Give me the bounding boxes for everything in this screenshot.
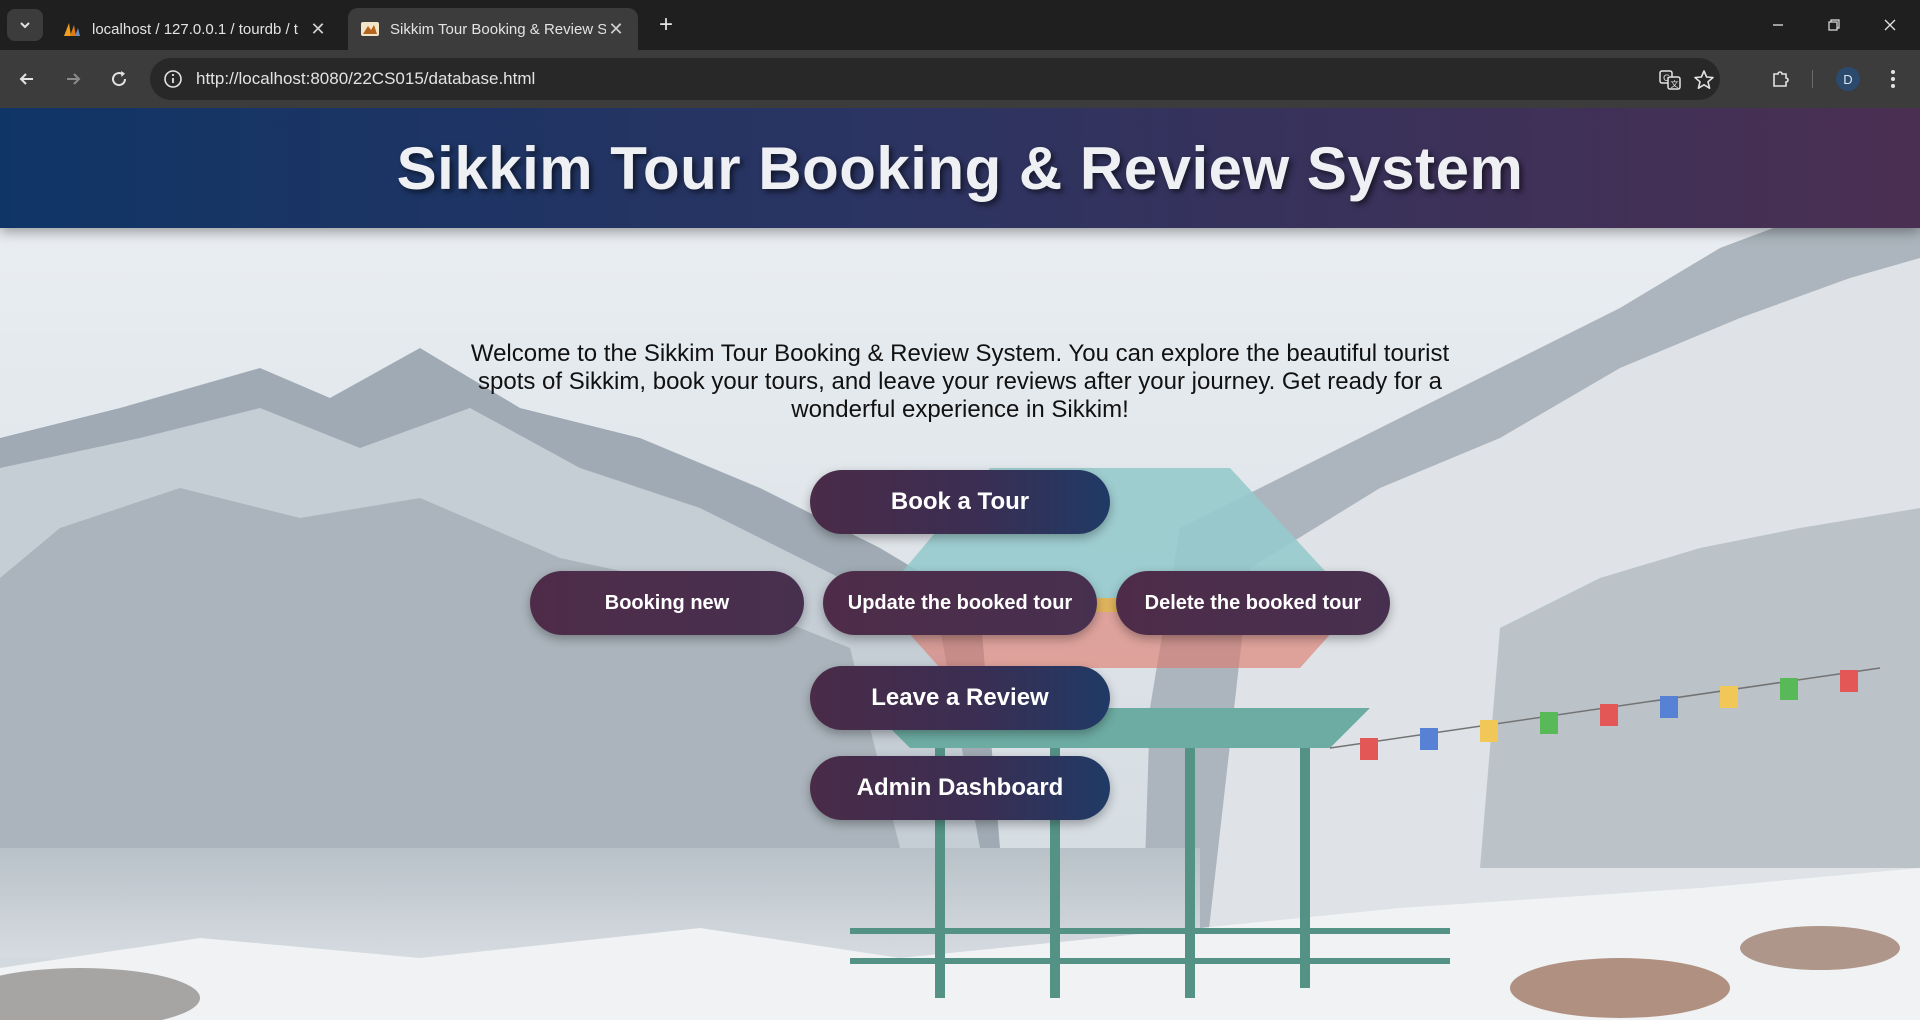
url-text[interactable]: http://localhost:8080/22CS015/database.h… [196, 69, 535, 89]
page-title: Sikkim Tour Booking & Review System [396, 134, 1524, 202]
browser-menu-button[interactable] [1878, 64, 1908, 94]
site-info-icon[interactable] [162, 68, 184, 90]
chevron-down-icon [20, 22, 30, 29]
welcome-message: Welcome to the Sikkim Tour Booking & Rev… [470, 340, 1450, 423]
close-window-button[interactable] [1870, 10, 1910, 40]
back-arrow-icon [19, 73, 33, 85]
tab-sikkim-tour[interactable]: Sikkim Tour Booking & Review S ✕ [348, 8, 638, 50]
site-header: Sikkim Tour Booking & Review System [0, 108, 1920, 228]
browser-tabstrip: localhost / 127.0.0.1 / tourdb / t ✕ Sik… [0, 0, 1920, 50]
tab-title: Sikkim Tour Booking & Review S [390, 20, 606, 38]
reload-icon [112, 71, 127, 87]
toolbar-divider [1812, 70, 1813, 88]
svg-text:文: 文 [1671, 79, 1679, 89]
page-viewport: Sikkim Tour Booking & Review System Welc… [0, 108, 1920, 1020]
book-tour-button[interactable]: Book a Tour [810, 470, 1110, 534]
background-landscape-image [0, 108, 1920, 1020]
forward-arrow-icon [67, 73, 81, 85]
new-tab-button[interactable]: + [652, 12, 680, 40]
tab-search-button[interactable] [7, 9, 43, 41]
close-icon [1884, 19, 1896, 31]
close-tab-icon[interactable]: ✕ [308, 19, 328, 40]
restore-icon [1828, 19, 1840, 31]
bookmark-star-icon[interactable] [1692, 68, 1716, 92]
restore-button[interactable] [1814, 10, 1854, 40]
tab-phpmyadmin[interactable]: localhost / 127.0.0.1 / tourdb / t ✕ [50, 8, 340, 50]
profile-avatar[interactable]: D [1836, 67, 1860, 91]
page-favicon-icon [361, 22, 379, 36]
minimize-icon [1773, 24, 1783, 26]
forward-button[interactable] [58, 64, 88, 94]
back-button[interactable] [12, 64, 42, 94]
puzzle-icon [1773, 71, 1789, 87]
tab-title: localhost / 127.0.0.1 / tourdb / t [92, 20, 298, 38]
more-vert-icon [1891, 70, 1895, 88]
leave-review-button[interactable]: Leave a Review [810, 666, 1110, 730]
delete-booked-tour-button[interactable]: Delete the booked tour [1116, 571, 1390, 635]
minimize-button[interactable] [1758, 10, 1798, 40]
update-booked-tour-button[interactable]: Update the booked tour [823, 571, 1097, 635]
address-bar[interactable]: http://localhost:8080/22CS015/database.h… [150, 58, 1720, 100]
booking-new-button[interactable]: Booking new [530, 571, 804, 635]
reload-button[interactable] [104, 64, 134, 94]
extensions-button[interactable] [1766, 64, 1796, 94]
translate-icon[interactable]: G文 [1658, 68, 1682, 92]
browser-toolbar: http://localhost:8080/22CS015/database.h… [0, 50, 1920, 108]
phpmyadmin-favicon-icon [64, 23, 80, 36]
admin-dashboard-button[interactable]: Admin Dashboard [810, 756, 1110, 820]
close-tab-icon[interactable]: ✕ [606, 19, 626, 40]
